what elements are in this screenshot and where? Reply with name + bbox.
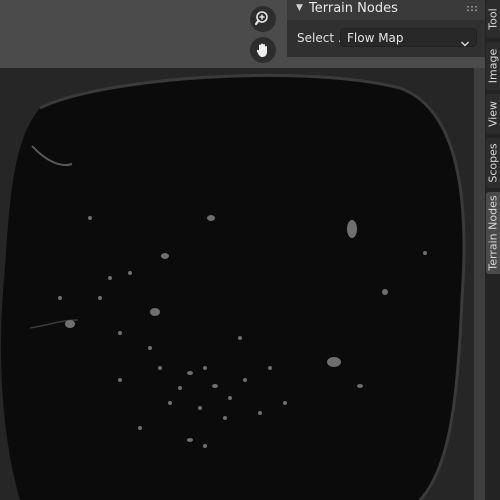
zoom-in-icon — [254, 10, 272, 28]
zoom-button[interactable] — [250, 6, 276, 32]
drag-handle-icon[interactable] — [466, 5, 477, 12]
tab-scopes[interactable]: Scopes — [486, 138, 500, 188]
disclosure-triangle-icon[interactable]: ▼ — [296, 3, 303, 13]
chevron-down-icon — [460, 33, 470, 52]
image-viewport[interactable] — [0, 68, 474, 500]
tab-label: View — [486, 100, 500, 128]
terrain-nodes-panel: ▼ Terrain Nodes Select ... Flow Map — [287, 0, 485, 57]
tab-view[interactable]: View — [486, 94, 500, 134]
tab-label: Tool — [486, 8, 500, 30]
tab-label: Image — [486, 48, 500, 84]
pan-button[interactable] — [250, 37, 276, 63]
tab-label: Scopes — [486, 143, 500, 183]
tab-image[interactable]: Image — [486, 42, 500, 90]
dropdown-value: Flow Map — [347, 31, 404, 45]
panel-title: Terrain Nodes — [309, 1, 398, 16]
viewport-edge-strip — [474, 68, 485, 500]
tab-tool[interactable]: Tool — [486, 0, 500, 38]
flow-map-dropdown[interactable]: Flow Map — [340, 28, 477, 47]
flow-map-image — [0, 68, 474, 500]
panel-header[interactable]: ▼ Terrain Nodes — [287, 0, 485, 20]
hand-pan-icon — [254, 41, 272, 59]
sidebar-tabs: Tool Image View Scopes Terrain Nodes — [485, 0, 500, 500]
tab-terrain-nodes[interactable]: Terrain Nodes — [486, 192, 500, 274]
tab-label: Terrain Nodes — [486, 195, 500, 271]
